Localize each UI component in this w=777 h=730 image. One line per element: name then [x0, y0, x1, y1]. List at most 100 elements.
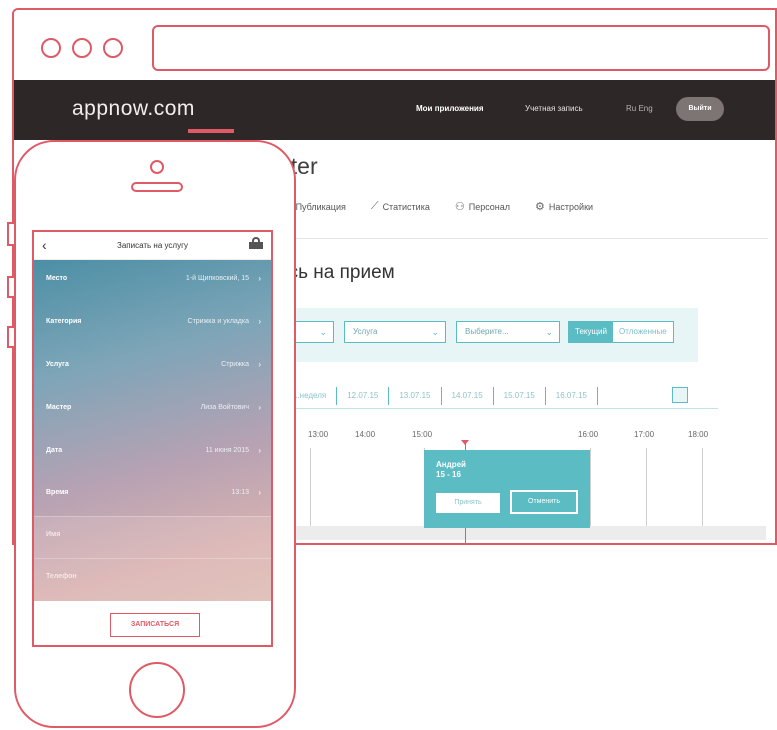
- chevron-right-icon: ›: [258, 446, 261, 455]
- row-label: Услуга: [46, 361, 69, 368]
- phone-number-field[interactable]: Телефон: [34, 558, 271, 600]
- row-label: Дата: [46, 447, 63, 454]
- chevron-right-icon: ›: [258, 317, 261, 326]
- basket-body: [249, 242, 263, 249]
- row-value: 1-й Щипковский, 15: [185, 275, 249, 282]
- form-row-date[interactable]: Дата 11 июня 2015 ›: [34, 432, 271, 474]
- site-navbar: appnow.com Мои приложения Учетная запись…: [14, 80, 775, 140]
- logout-button[interactable]: Выйти: [676, 97, 724, 121]
- basket-icon[interactable]: [249, 237, 263, 249]
- tab-statistics[interactable]: ⟋ Статистика: [371, 200, 430, 213]
- row-value: Стрижка: [221, 361, 249, 368]
- segment-postponed[interactable]: Отложенные: [613, 322, 673, 342]
- phone-side-button: [7, 276, 14, 298]
- divider: [278, 408, 718, 409]
- time-label: 16:00: [578, 430, 599, 439]
- submit-area: ЗАПИСАТЬСЯ: [34, 601, 271, 645]
- service-select[interactable]: Услуга ⌄: [344, 321, 446, 343]
- chevron-down-icon: ⌄: [545, 327, 553, 337]
- row-value: Стрижка и укладка: [187, 318, 249, 325]
- trend-line-icon: ⟋: [370, 200, 379, 212]
- users-icon: ⚇: [454, 201, 465, 213]
- time-label: 18:00: [688, 430, 709, 439]
- row-label: Имя: [46, 531, 61, 538]
- chevron-down-icon: ⌄: [431, 327, 439, 337]
- app-title: Записать на услугу: [117, 241, 188, 250]
- row-label: Телефон: [46, 573, 77, 580]
- address-bar[interactable]: [152, 25, 770, 71]
- calendar-icon[interactable]: [672, 387, 688, 403]
- browser-toolbar: [14, 10, 775, 80]
- phone-screen: ‹ Записать на услугу Место 1-й Щипковски…: [32, 230, 273, 647]
- app-header: ‹ Записать на услугу: [34, 232, 271, 260]
- date-strip: ...неделя 12.07.15 13.07.15 14.07.15 15.…: [283, 387, 598, 405]
- time-label: 14:00: [355, 430, 376, 439]
- time-label: 13:00: [308, 430, 329, 439]
- row-label: Место: [46, 275, 68, 282]
- window-control-dot[interactable]: [72, 38, 92, 58]
- phone-side-button: [7, 222, 14, 246]
- chevron-right-icon: ›: [258, 360, 261, 369]
- filter-panel: ... ⌄ Услуга ⌄ Выберите... ⌄ Текущий Отл…: [278, 308, 698, 362]
- status-segmented-control: Текущий Отложенные: [568, 321, 674, 343]
- submit-button[interactable]: ЗАПИСАТЬСЯ: [110, 613, 200, 637]
- language-switch[interactable]: Ru Eng: [626, 104, 653, 113]
- chevron-right-icon: ›: [258, 488, 261, 497]
- window-control-dot[interactable]: [103, 38, 123, 58]
- form-row-place[interactable]: Место 1-й Щипковский, 15 ›: [34, 260, 271, 302]
- row-value: Лиза Войтович: [200, 404, 249, 411]
- tab-staff[interactable]: ⚇ Персонал: [455, 200, 510, 213]
- cancel-button[interactable]: Отменить: [510, 490, 578, 514]
- form-row-time[interactable]: Время 13:13 ›: [34, 474, 271, 516]
- grid-footer: [278, 526, 766, 540]
- gear-icon: ⚙: [535, 201, 545, 213]
- row-label: Категория: [46, 318, 82, 325]
- segment-current[interactable]: Текущий: [569, 322, 613, 342]
- accept-button[interactable]: Принять: [436, 493, 500, 513]
- current-time-marker: [461, 440, 469, 445]
- row-label: Мастер: [46, 404, 72, 411]
- site-logo[interactable]: appnow.com: [72, 97, 195, 121]
- form-row-category[interactable]: Категория Стрижка и укладка ›: [34, 303, 271, 345]
- divider: [278, 238, 768, 239]
- active-tab-indicator: [188, 129, 234, 133]
- tab-settings[interactable]: ⚙ Настройки: [535, 200, 593, 213]
- tab-label: Статистика: [382, 201, 430, 212]
- row-value: 13:13: [231, 489, 249, 496]
- booking-time-slot: 15 - 16: [436, 470, 461, 479]
- date-item[interactable]: 15.07.15: [494, 387, 546, 405]
- phone-frame: ‹ Записать на услугу Место 1-й Щипковски…: [14, 140, 296, 728]
- date-item[interactable]: 16.07.15: [546, 387, 598, 405]
- chevron-right-icon: ›: [258, 274, 261, 283]
- date-item[interactable]: 13.07.15: [389, 387, 442, 405]
- chevron-right-icon: ›: [258, 403, 261, 412]
- nav-account[interactable]: Учетная запись: [525, 104, 583, 113]
- booking-client-name: Андрей: [436, 460, 466, 469]
- date-item[interactable]: 14.07.15: [442, 387, 494, 405]
- speaker-grille: [131, 182, 183, 192]
- phone-side-button: [7, 326, 14, 348]
- time-label: 15:00: [412, 430, 433, 439]
- camera-dot: [150, 160, 164, 174]
- row-value: 11 июня 2015: [205, 447, 249, 454]
- time-label: 17:00: [634, 430, 655, 439]
- choose-select[interactable]: Выберите... ⌄: [456, 321, 560, 343]
- tab-label: Персонал: [468, 201, 511, 212]
- booking-card[interactable]: Андрей 15 - 16 Принять Отменить: [424, 450, 590, 528]
- select-value: Выберите...: [465, 327, 509, 336]
- dashboard-tabs: ılı Публикация ⟋ Статистика ⚇ Персонал ⚙…: [283, 200, 618, 213]
- chevron-down-icon: ⌄: [319, 327, 327, 337]
- form-row-master[interactable]: Мастер Лиза Войтович ›: [34, 389, 271, 431]
- tab-label: Публикация: [295, 201, 346, 212]
- timeline-header: 13:00 14:00 15:00 16:00 17:00 18:00: [300, 430, 770, 442]
- form-row-service[interactable]: Услуга Стрижка ›: [34, 346, 271, 388]
- date-item[interactable]: 12.07.15: [337, 387, 390, 405]
- tab-label: Настройки: [548, 201, 594, 212]
- booking-form: Место 1-й Щипковский, 15 › Категория Стр…: [34, 260, 271, 601]
- nav-my-apps[interactable]: Мои приложения: [416, 104, 484, 113]
- row-label: Время: [46, 489, 69, 496]
- home-button[interactable]: [129, 662, 185, 718]
- name-field[interactable]: Имя: [34, 516, 271, 558]
- window-control-dot[interactable]: [41, 38, 61, 58]
- select-value: Услуга: [353, 327, 378, 336]
